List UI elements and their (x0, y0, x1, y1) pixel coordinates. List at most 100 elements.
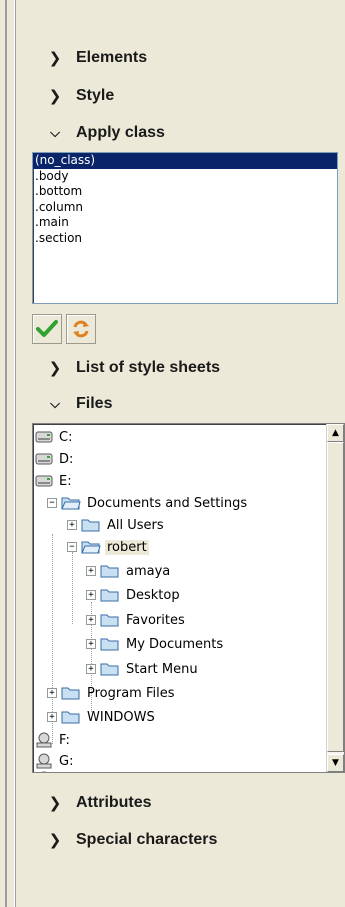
tree-item-h-drive[interactable]: H: (35, 768, 75, 773)
expand-toggle[interactable]: + (86, 566, 96, 576)
splitter-shadow (15, 0, 16, 907)
files-vertical-scrollbar[interactable]: ▲ ▼ (326, 424, 344, 772)
tree-item-e-drive[interactable]: E: (35, 470, 74, 492)
section-special-characters-header[interactable]: ❯ Special characters (22, 823, 345, 857)
tree-item-label: Documents and Settings (87, 495, 248, 511)
tree-item-label: All Users (107, 517, 164, 533)
tree-item-windows[interactable]: + WINDOWS (47, 706, 157, 728)
hard-drive-icon (35, 453, 53, 465)
section-elements-header[interactable]: ❯ Elements (22, 41, 345, 75)
expand-toggle[interactable]: + (47, 712, 57, 722)
apply-class-button[interactable] (32, 314, 62, 344)
collapse-toggle[interactable]: − (67, 542, 77, 552)
hard-drive-icon (35, 431, 53, 443)
tree-item-d-drive[interactable]: D: (35, 448, 75, 470)
collapse-toggle[interactable]: − (47, 498, 57, 508)
network-drive-icon (36, 753, 52, 769)
class-list-item[interactable]: .bottom (33, 184, 337, 200)
tree-item-label: Program Files (87, 685, 175, 701)
expand-toggle[interactable]: + (86, 639, 96, 649)
checkmark-icon (36, 320, 58, 337)
section-style-sheets-label: List of style sheets (76, 359, 221, 376)
tools-panel: ❯ Elements ❯ Style ⌵ Apply class (no_cla… (22, 0, 345, 907)
chevron-right-icon: ❯ (48, 87, 62, 105)
tree-item-favorites[interactable]: + Favorites (86, 609, 187, 631)
tree-item-label: amaya (126, 563, 171, 579)
folder-icon (61, 711, 80, 723)
tree-item-label: robert (105, 539, 149, 555)
folder-icon (100, 614, 119, 626)
class-list-item[interactable]: .column (33, 200, 337, 216)
splitter-line (5, 0, 7, 907)
tree-item-start-menu[interactable]: + Start Menu (86, 658, 200, 680)
tree-item-label: E: (59, 473, 72, 489)
network-drive-icon (41, 771, 47, 772)
tree-item-desktop[interactable]: + Desktop (86, 584, 182, 606)
network-drive-icon (36, 732, 52, 748)
expand-toggle[interactable]: + (47, 688, 57, 698)
tree-item-label: F: (59, 732, 70, 748)
left-splitter[interactable] (0, 0, 20, 907)
tree-line (72, 552, 73, 624)
scroll-up-button[interactable]: ▲ (327, 424, 344, 442)
tree-item-c-drive[interactable]: C: (35, 426, 74, 448)
tree-item-label: Desktop (126, 587, 180, 603)
class-list-item[interactable]: .section (33, 231, 337, 247)
tree-item-all-users[interactable]: + All Users (67, 514, 166, 536)
folder-icon (61, 687, 80, 699)
class-list-item[interactable]: (no_class) (33, 153, 337, 169)
section-attributes-label: Attributes (76, 794, 152, 811)
section-style-label: Style (76, 87, 115, 104)
refresh-button[interactable] (66, 314, 96, 344)
tree-item-my-documents[interactable]: + My Documents (86, 633, 225, 655)
class-listbox[interactable]: (no_class) .body .bottom .column .main .… (32, 152, 338, 304)
expand-toggle[interactable]: + (86, 590, 96, 600)
expand-toggle[interactable]: + (67, 520, 77, 530)
chevron-down-icon: ⌵ (50, 396, 60, 412)
section-special-characters-label: Special characters (76, 831, 218, 848)
chevron-right-icon: ❯ (48, 831, 62, 849)
hard-drive-icon (35, 475, 53, 487)
chevron-right-icon: ❯ (48, 49, 62, 67)
tree-item-amaya[interactable]: + amaya (86, 560, 172, 582)
files-tree[interactable]: C: D: E: − Documents and Settings + All … (32, 423, 345, 773)
tree-item-program-files[interactable]: + Program Files (47, 682, 177, 704)
section-apply-class-label: Apply class (76, 124, 165, 141)
tree-item-label: My Documents (126, 636, 224, 652)
folder-icon (100, 565, 119, 577)
folder-icon (100, 589, 119, 601)
folder-icon (81, 519, 100, 531)
tree-item-label: WINDOWS (87, 709, 155, 725)
folder-open-icon (81, 541, 101, 553)
class-list-item[interactable]: .body (33, 169, 337, 185)
expand-toggle[interactable]: + (86, 615, 96, 625)
tree-item-label: G: (59, 753, 74, 769)
class-actions (32, 314, 96, 344)
tree-item-label: Favorites (126, 612, 185, 628)
tree-item-label: H: (57, 772, 75, 773)
refresh-icon (73, 320, 89, 338)
section-files-label: Files (76, 395, 113, 412)
tree-item-f-drive[interactable]: F: (35, 729, 72, 751)
tree-item-documents-and-settings[interactable]: − Documents and Settings (47, 492, 249, 514)
tree-item-label: Start Menu (126, 661, 198, 677)
section-apply-class-header[interactable]: ⌵ Apply class (22, 116, 345, 150)
tree-item-label: D: (59, 451, 74, 467)
tree-item-robert[interactable]: − robert (67, 536, 149, 558)
chevron-down-icon: ⌵ (50, 125, 60, 141)
scroll-down-button[interactable]: ▼ (327, 754, 344, 772)
section-style-sheets-header[interactable]: ❯ List of style sheets (22, 351, 345, 385)
section-attributes-header[interactable]: ❯ Attributes (22, 786, 345, 820)
expand-toggle[interactable]: + (86, 664, 96, 674)
folder-icon (100, 663, 119, 675)
folder-open-icon (61, 497, 81, 509)
scroll-thumb[interactable] (327, 442, 344, 752)
class-list-item[interactable]: .main (33, 215, 337, 231)
tree-item-label: C: (59, 429, 73, 445)
chevron-right-icon: ❯ (48, 794, 62, 812)
folder-icon (100, 638, 119, 650)
section-elements-label: Elements (76, 49, 148, 66)
chevron-right-icon: ❯ (48, 359, 62, 377)
section-style-header[interactable]: ❯ Style (22, 79, 345, 113)
section-files-header[interactable]: ⌵ Files (22, 387, 345, 421)
